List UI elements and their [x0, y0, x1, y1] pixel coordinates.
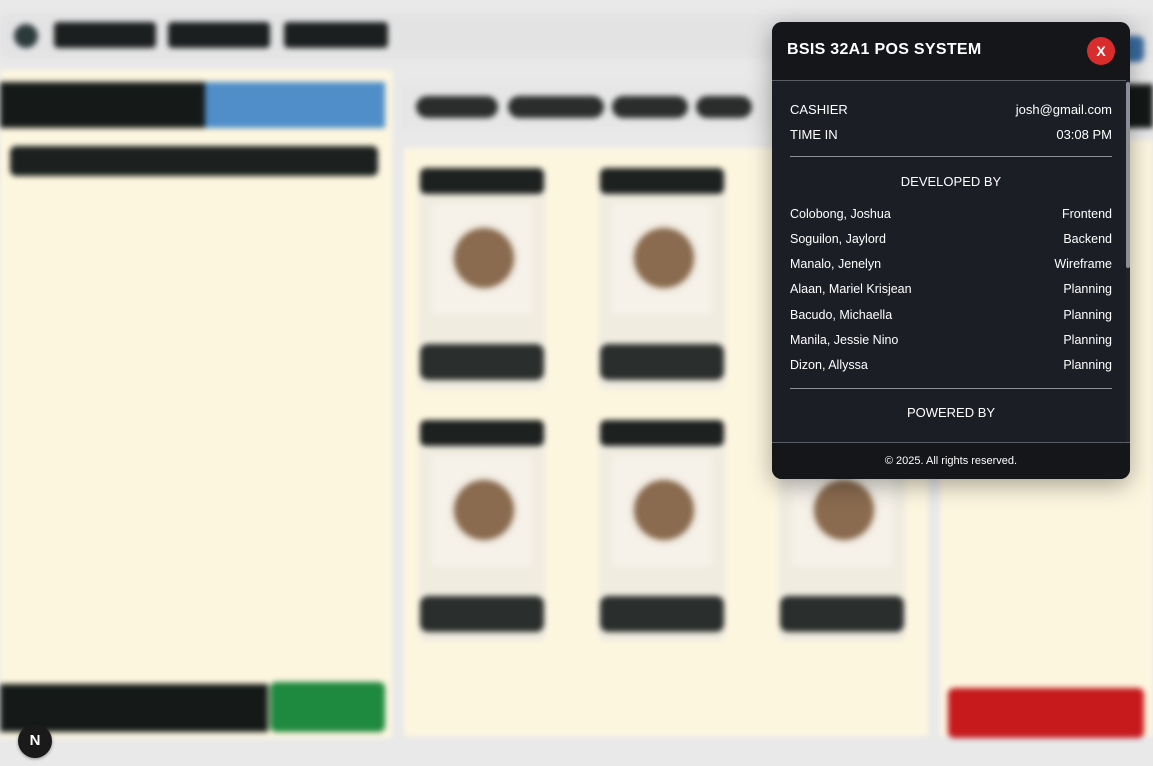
divider	[790, 388, 1112, 389]
size-selector[interactable]	[600, 596, 724, 632]
coffee-cup-icon	[454, 228, 514, 288]
logo-icon	[14, 24, 38, 48]
pay-button[interactable]	[270, 682, 385, 732]
product-image	[612, 456, 712, 566]
developer-role: Planning	[1063, 282, 1112, 296]
developer-role: Frontend	[1061, 207, 1112, 221]
product-card[interactable]	[418, 420, 546, 642]
developer-role: Planning	[1063, 358, 1112, 372]
divider	[790, 156, 1112, 157]
cart-header	[10, 146, 378, 176]
product-card[interactable]	[418, 168, 546, 390]
copyright-text: © 2025. All rights reserved.	[884, 455, 1018, 467]
modal-footer: © 2025. All rights reserved.	[772, 442, 1130, 479]
product-image	[432, 456, 532, 566]
size-selector[interactable]	[780, 596, 904, 632]
developer-role: Backend	[1063, 232, 1112, 246]
tab-secondary[interactable]	[205, 82, 385, 128]
product-card[interactable]	[598, 420, 726, 642]
developer-name: Colobong, Joshua	[790, 207, 891, 221]
n-badge-icon[interactable]: N	[18, 724, 52, 758]
time-in-label: TIME IN	[790, 127, 838, 142]
tab-primary[interactable]	[0, 82, 205, 128]
size-selector[interactable]	[600, 344, 724, 380]
size-selector[interactable]	[420, 596, 544, 632]
category-pill[interactable]	[416, 96, 498, 118]
nav-button-2[interactable]	[168, 22, 270, 48]
modal-title: BSIS 32A1 POS SYSTEM	[787, 41, 982, 58]
modal-header: BSIS 32A1 POS SYSTEM X	[772, 22, 1130, 81]
product-card[interactable]	[598, 168, 726, 390]
cashier-value: josh@gmail.com	[1015, 102, 1112, 117]
product-name	[600, 168, 724, 194]
developer-name: Manalo, Jenelyn	[790, 257, 882, 271]
developed-by-heading: DEVELOPED BY	[900, 174, 1002, 189]
developer-role: Wireframe	[1054, 257, 1112, 271]
product-name	[420, 168, 544, 194]
coffee-cup-icon	[634, 480, 694, 540]
powered-by-heading: POWERED BY	[906, 405, 996, 420]
close-button[interactable]: X	[1087, 37, 1115, 65]
coffee-cup-icon	[814, 480, 874, 540]
category-pill[interactable]	[508, 96, 604, 118]
product-image	[612, 204, 712, 314]
developer-name: Dizon, Allyssa	[790, 358, 868, 372]
cashier-label: CASHIER	[790, 102, 848, 117]
time-in-value: 03:08 PM	[1056, 127, 1112, 142]
product-name	[420, 420, 544, 446]
size-selector[interactable]	[420, 344, 544, 380]
product-name	[600, 420, 724, 446]
order-panel	[0, 70, 392, 738]
developer-name: Bacudo, Michaella	[790, 308, 893, 322]
developer-name: Manila, Jessie Nino	[790, 333, 899, 347]
nav-button-1[interactable]	[54, 22, 156, 48]
product-image	[432, 204, 532, 314]
developer-role: Planning	[1063, 308, 1112, 322]
developer-name: Alaan, Mariel Krisjean	[790, 282, 912, 296]
clear-button[interactable]	[948, 688, 1144, 738]
system-info-modal: BSIS 32A1 POS SYSTEM X CASHIER josh@gmai…	[772, 22, 1130, 479]
coffee-cup-icon	[454, 480, 514, 540]
category-pill[interactable]	[696, 96, 752, 118]
developer-role: Planning	[1063, 333, 1112, 347]
developer-name: Soguilon, Jaylord	[790, 232, 886, 246]
coffee-cup-icon	[634, 228, 694, 288]
nav-button-3[interactable]	[284, 22, 388, 48]
category-pill[interactable]	[612, 96, 688, 118]
